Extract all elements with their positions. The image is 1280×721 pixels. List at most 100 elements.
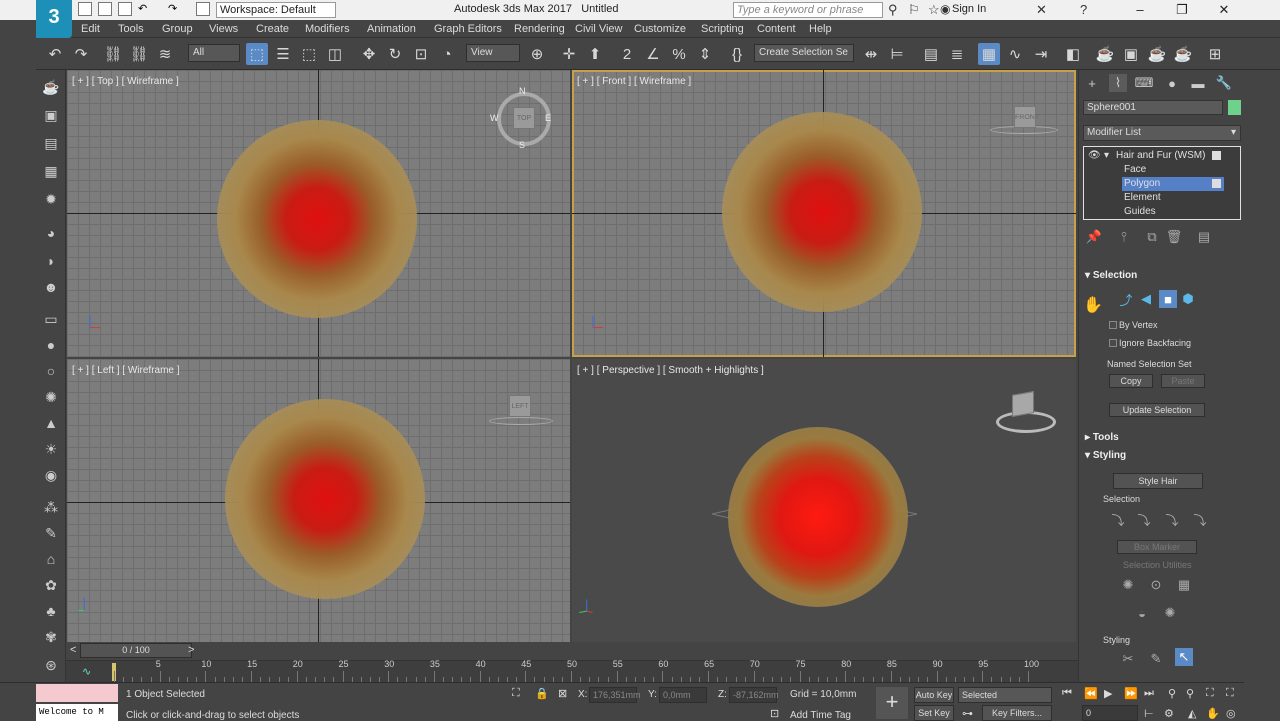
bind-space-warp-icon[interactable]: ≋ <box>154 43 176 65</box>
viewcube[interactable]: TOP <box>513 107 535 129</box>
menu-group[interactable]: Group <box>162 23 193 35</box>
absolute-mode-icon[interactable]: ⊠ <box>558 687 567 700</box>
key-filter-icon[interactable]: ⊶ <box>962 707 973 720</box>
ignore-backfacing-checkbox[interactable] <box>1109 339 1117 347</box>
render-setup-icon[interactable]: ☕ <box>1094 43 1116 65</box>
unlink-icon[interactable]: ⛓ <box>128 43 150 65</box>
teapot-icon[interactable]: ☕ <box>40 76 62 98</box>
pivot-center-icon[interactable]: ⊕ <box>526 43 548 65</box>
time-slider-thumb[interactable]: 0 / 100 <box>80 643 192 658</box>
viewcube[interactable] <box>1012 391 1034 417</box>
help-icon[interactable]: ? <box>1080 2 1087 17</box>
hair-fur-icon[interactable]: ✾ <box>40 626 62 648</box>
selection-filter-dropdown[interactable]: All <box>188 44 240 62</box>
menu-modifiers[interactable]: Modifiers <box>305 23 350 35</box>
menu-civil-view[interactable]: Civil View <box>575 23 622 35</box>
create-tab-icon[interactable]: + <box>1083 74 1101 92</box>
helper-icon[interactable]: ◗ <box>40 250 62 272</box>
clipboard-icon[interactable]: ▤ <box>40 132 62 154</box>
stack-item-hair-and-fur-checkbox[interactable] <box>1212 151 1221 160</box>
box-marker-dropdown[interactable]: Box Marker <box>1117 540 1197 554</box>
select-guide-vertices-icon[interactable]: ⤵ <box>1163 510 1181 528</box>
by-vertex-checkbox[interactable] <box>1109 321 1117 329</box>
y-coord-field[interactable]: 0,0mm <box>659 687 707 703</box>
set-key-big-button[interactable]: + <box>876 687 908 719</box>
zoom-extents-icon[interactable]: ⛶ <box>1206 687 1214 700</box>
viewport-label[interactable]: [ + ] [ Front ] [ Wireframe ] <box>577 76 691 87</box>
select-scale-icon[interactable]: ⊡ <box>410 43 432 65</box>
sun-icon[interactable]: ☀ <box>40 438 62 460</box>
binoculars-icon[interactable]: ⚲ <box>888 2 898 18</box>
set-key-button[interactable]: Set Key <box>914 705 954 721</box>
select-place-icon[interactable]: ◔ <box>436 43 458 65</box>
update-selection-button[interactable]: Update Selection <box>1109 403 1205 417</box>
window-crossing-icon[interactable]: ◫ <box>324 43 346 65</box>
ribbon-toggle-icon[interactable]: ▦ <box>978 43 1000 65</box>
play-icon[interactable]: ▶ <box>1104 687 1112 700</box>
show-hidden-icon[interactable]: ✺ <box>1161 604 1179 622</box>
sphere-icon[interactable]: ● <box>40 334 62 356</box>
named-selection-dropdown[interactable]: Create Selection Se <box>754 44 854 62</box>
disc-icon[interactable]: ◉ <box>40 464 62 486</box>
expand-selection-icon[interactable]: ▦ <box>1175 576 1193 594</box>
select-object-icon[interactable]: ⬚ <box>246 43 268 65</box>
tools-rollout-title[interactable]: ▸ Tools <box>1085 432 1119 443</box>
scene-explorer-icon[interactable]: ▤ <box>920 43 942 65</box>
menu-content[interactable]: Content <box>757 23 796 35</box>
style-hair-button[interactable]: Style Hair <box>1113 473 1203 489</box>
isolate-selection-icon[interactable]: ⛶ <box>512 687 520 700</box>
app-logo[interactable]: 3 <box>36 0 72 38</box>
minimize-window-icon[interactable]: – <box>1120 0 1160 20</box>
viewport-top[interactable]: [ + ] [ Top ] [ Wireframe ] TOP N S E W <box>67 70 570 357</box>
menu-help[interactable]: Help <box>809 23 832 35</box>
project-folder-icon[interactable] <box>196 2 210 16</box>
menu-views[interactable]: Views <box>209 23 238 35</box>
table-icon[interactable]: ▦ <box>40 160 62 182</box>
menu-tools[interactable]: Tools <box>118 23 144 35</box>
keyboard-shortcut-override-icon[interactable]: ⬆ <box>584 43 606 65</box>
cone-icon[interactable]: ▲ <box>40 412 62 434</box>
zoom-all-icon[interactable]: ⚲ <box>1186 687 1194 700</box>
workspace-dropdown[interactable]: Workspace: Default <box>216 2 336 18</box>
time-tag-icon[interactable]: ⊡ <box>770 707 779 720</box>
auto-key-button[interactable]: Auto Key <box>914 687 954 703</box>
time-configuration-icon[interactable]: ⚙ <box>1164 707 1174 720</box>
menu-graph-editors[interactable]: Graph Editors <box>434 23 502 35</box>
hair-cut-icon[interactable]: ✂ <box>1119 650 1137 668</box>
previous-frame-icon[interactable]: ⏪ <box>1084 687 1098 700</box>
x-coord-field[interactable]: 176,351mm <box>589 687 641 703</box>
rectangular-selection-icon[interactable]: ⬚ <box>298 43 320 65</box>
zoom-extents-all-icon[interactable]: ⛶ <box>1226 687 1234 700</box>
expand-triangle-icon[interactable]: ▾ <box>1104 149 1109 163</box>
stack-item-guides[interactable]: Guides <box>1124 205 1156 219</box>
menu-customize[interactable]: Customize <box>634 23 686 35</box>
selection-lock-icon[interactable]: 🔒 <box>535 687 549 700</box>
viewport-left[interactable]: [ + ] [ Left ] [ Wireframe ] LEFT <box>67 359 570 642</box>
polygon-select-icon[interactable]: ■ <box>1159 290 1177 308</box>
hierarchy-tab-icon[interactable]: ⌨ <box>1135 74 1154 92</box>
show-end-result-icon[interactable]: ⫯ <box>1115 228 1133 246</box>
geosphere-icon[interactable]: ○ <box>40 360 62 382</box>
modifier-stack[interactable]: 👁 ▾ Hair and Fur (WSM) Face Polygon Elem… <box>1083 146 1241 220</box>
modifier-list-dropdown[interactable]: Modifier List ▾ <box>1083 125 1241 141</box>
effect-icon[interactable]: ✿ <box>40 574 62 596</box>
z-coord-field[interactable]: -87,162mm <box>729 687 779 703</box>
select-move-icon[interactable]: ✥ <box>358 43 380 65</box>
select-rotate-icon[interactable]: ↻ <box>384 43 406 65</box>
menu-create[interactable]: Create <box>256 23 289 35</box>
populate-icon[interactable]: ⊛ <box>40 654 62 676</box>
save-file-icon[interactable] <box>118 2 132 16</box>
mirror-icon[interactable]: ⇹ <box>860 43 882 65</box>
spinner-snap-icon[interactable]: ⇕ <box>694 43 716 65</box>
key-mode-dropdown[interactable]: Selected <box>958 687 1052 703</box>
grass-icon[interactable]: ♣ <box>40 600 62 622</box>
angle-snap-icon[interactable]: ∠ <box>642 43 664 65</box>
reference-coordinate-dropdown[interactable]: View <box>466 44 520 62</box>
new-file-icon[interactable] <box>78 2 92 16</box>
motion-tab-icon[interactable]: ● <box>1163 74 1181 92</box>
pin-stack-icon[interactable]: 📌 <box>1085 228 1103 246</box>
select-hair-by-ends-icon[interactable]: ⤵ <box>1109 510 1127 528</box>
link-icon[interactable]: ⛓ <box>102 43 124 65</box>
maxscript-listener-top[interactable] <box>36 684 118 702</box>
modify-tab-icon[interactable]: ⌇ <box>1109 74 1127 92</box>
